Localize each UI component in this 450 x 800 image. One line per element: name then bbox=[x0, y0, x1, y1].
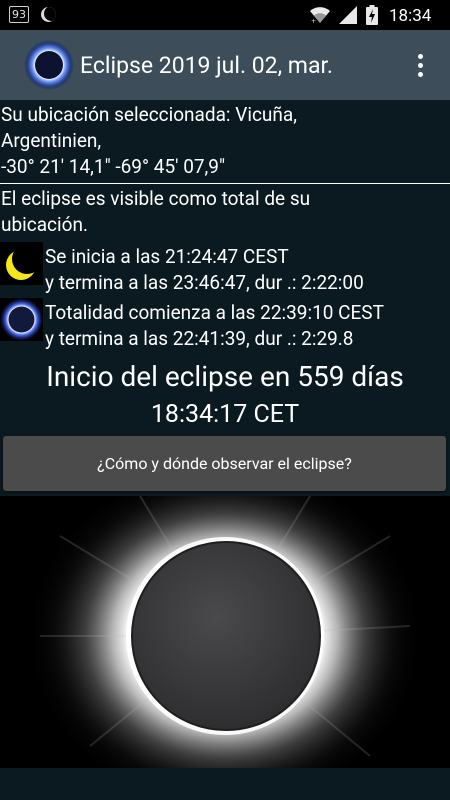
eclipse-app-icon[interactable] bbox=[24, 40, 74, 90]
totality-row: Totalidad comienza a las 22:39:10 CEST y… bbox=[0, 298, 450, 354]
corona-illustration bbox=[0, 496, 450, 768]
partial-start: Se inicia a las 21:24:47 CEST bbox=[45, 245, 289, 268]
location-coordinates: -30° 21' 14,1" -69° 45' 07,9" bbox=[1, 155, 226, 178]
partial-eclipse-row: Se inicia a las 21:24:47 CEST y termina … bbox=[0, 242, 450, 298]
status-time: 18:34 bbox=[389, 6, 432, 26]
page-title: Eclipse 2019 jul. 02, mar. bbox=[80, 52, 333, 79]
location-info: Su ubicación seleccionada: Vicuña, Argen… bbox=[1, 102, 297, 180]
svg-text:+: + bbox=[311, 18, 316, 24]
wifi-icon: + bbox=[310, 7, 330, 24]
crescent-moon-icon bbox=[0, 242, 43, 285]
battery-charging-icon bbox=[366, 5, 378, 25]
more-vert-icon[interactable] bbox=[410, 50, 430, 80]
totality-start: Totalidad comienza a las 22:39:10 CEST bbox=[45, 301, 384, 324]
totality-end: y termina a las 22:41:39, dur .: 2:29.8 bbox=[45, 327, 354, 350]
eclipse-image bbox=[0, 496, 450, 768]
how-where-observe-button[interactable]: ¿Cómo y dónde observar el eclipse? bbox=[3, 436, 446, 491]
notification-moon-icon bbox=[41, 7, 56, 22]
countdown-title: Inicio del eclipse en 559 días bbox=[46, 360, 404, 393]
status-bar: 93 + 18:34 bbox=[0, 0, 450, 30]
app-bar: Eclipse 2019 jul. 02, mar. bbox=[0, 30, 450, 100]
partial-end: y termina a las 23:46:47, dur .: 2:22:00 bbox=[45, 271, 364, 294]
notification-badge: 93 bbox=[9, 6, 29, 23]
divider bbox=[0, 183, 450, 184]
signal-icon bbox=[339, 6, 357, 24]
visibility-line-1: El eclipse es visible como total de su bbox=[1, 187, 311, 210]
visibility-info: El eclipse es visible como total de su u… bbox=[1, 186, 310, 238]
bottom-area bbox=[0, 768, 450, 800]
visibility-line-2: ubicación. bbox=[1, 213, 88, 236]
total-eclipse-icon bbox=[0, 298, 43, 341]
location-line-1: Su ubicación seleccionada: Vicuña, bbox=[1, 103, 297, 126]
location-line-2: Argentinien, bbox=[1, 129, 102, 152]
current-time-clock: 18:34:17 CET bbox=[150, 400, 300, 429]
